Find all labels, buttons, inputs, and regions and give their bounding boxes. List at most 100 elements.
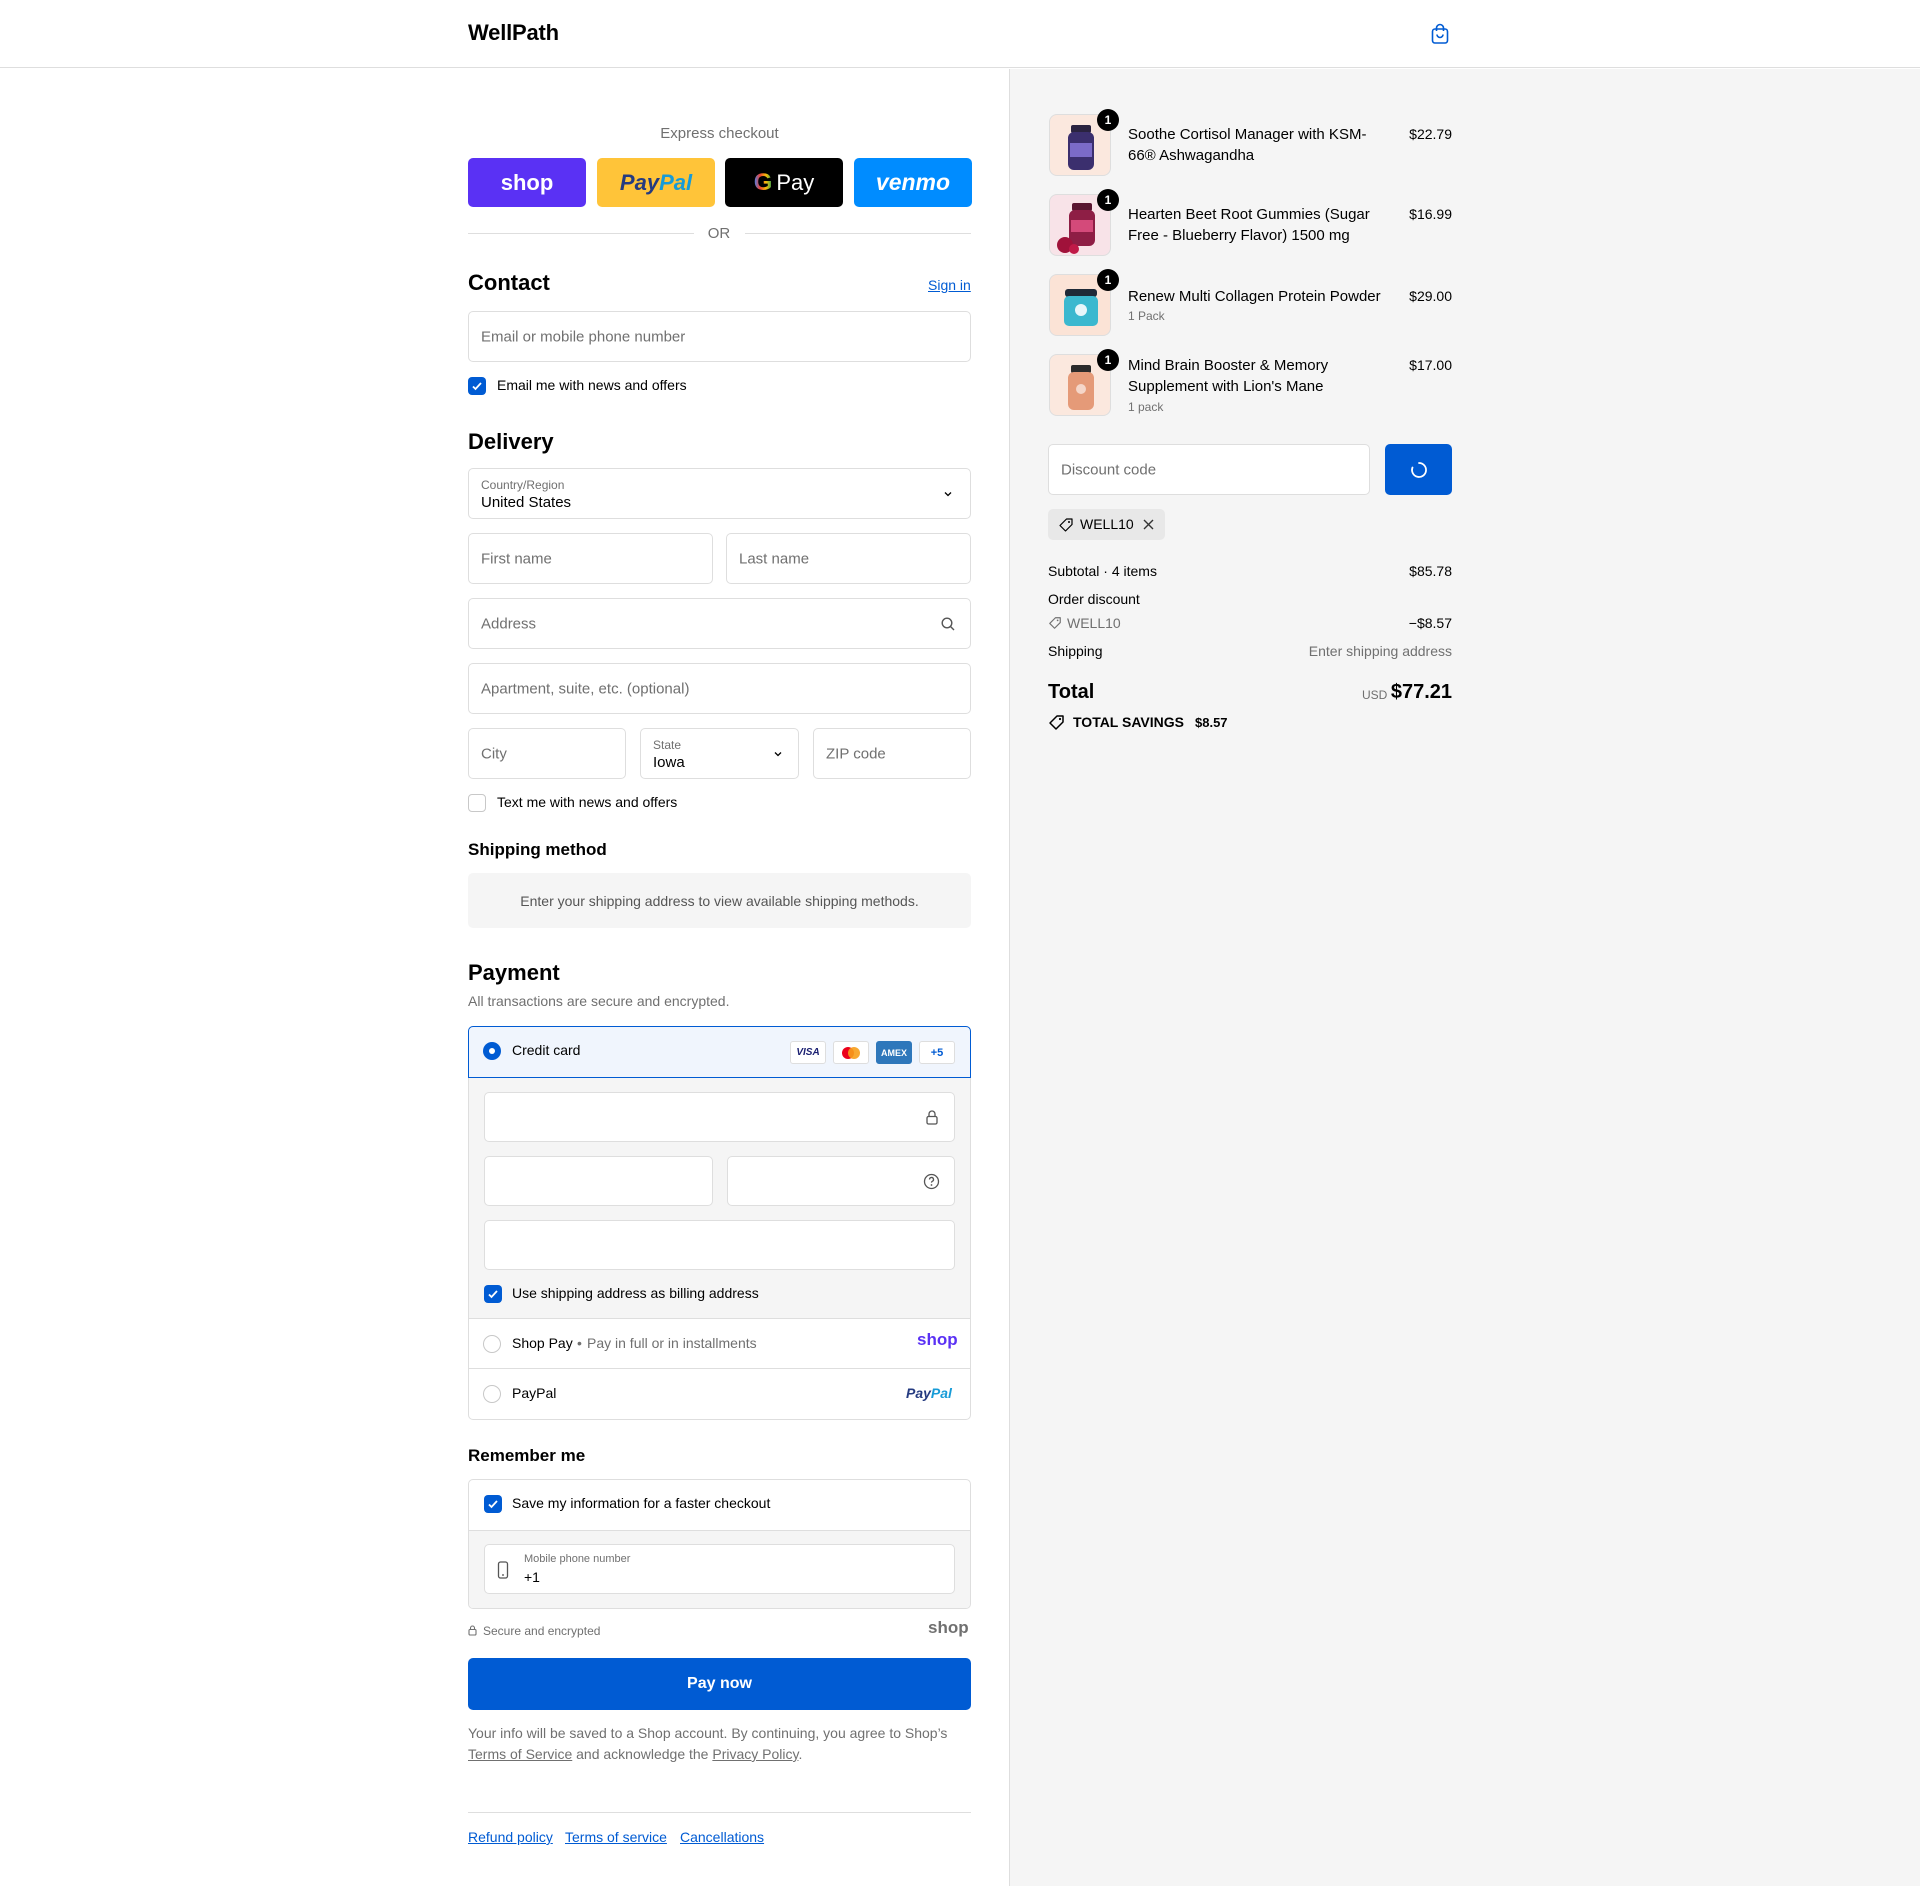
- expiration-date-field[interactable]: [484, 1156, 713, 1206]
- total-savings-value: $8.57: [1195, 715, 1228, 730]
- paypal-radio[interactable]: [483, 1385, 501, 1403]
- shipping-method-title: Shipping method: [468, 840, 607, 859]
- shop-pay-sublabel: Pay in full or in installments: [587, 1335, 757, 1351]
- sign-in-link[interactable]: Sign in: [928, 277, 971, 293]
- order-discount-label: Order discount: [1048, 591, 1140, 607]
- save-info-label: Save my information for a faster checkou…: [512, 1495, 771, 1511]
- apartment-field[interactable]: Apartment, suite, etc. (optional): [468, 663, 971, 714]
- lock-icon: [926, 1110, 938, 1125]
- total-value: $77.21: [1390, 681, 1452, 703]
- item-name: Renew Multi Collagen Protein Powder: [1128, 288, 1381, 305]
- name-on-card-field[interactable]: [484, 1220, 955, 1270]
- mobile-phone-field[interactable]: Mobile phone number +1: [484, 1544, 955, 1594]
- zip-code-field[interactable]: ZIP code: [813, 728, 971, 779]
- paypal-logo: PayPal: [906, 1385, 952, 1401]
- item-price: $22.79: [1409, 126, 1452, 142]
- close-icon[interactable]: [1142, 518, 1155, 531]
- legal-text: Your info will be saved to a Shop accoun…: [468, 1725, 948, 1762]
- visa-icon: VISA: [790, 1041, 826, 1064]
- store-logo[interactable]: WellPath: [468, 20, 559, 46]
- item-variant: 1 pack: [1128, 400, 1164, 414]
- item-price: $17.00: [1409, 357, 1452, 373]
- tag-icon: [1059, 518, 1073, 532]
- shop-pay-express-button[interactable]: shop: [468, 158, 586, 207]
- first-name-field[interactable]: First name: [468, 533, 713, 584]
- divider: [745, 233, 971, 234]
- contact-title: Contact: [468, 270, 550, 295]
- more-cards-badge: +5: [919, 1041, 955, 1064]
- shop-pay-label: Shop Pay: [512, 1335, 573, 1351]
- total-savings-label: TOTAL SAVINGS: [1073, 714, 1184, 730]
- payment-title: Payment: [468, 960, 560, 985]
- shipping-method-notice: Enter your shipping address to view avai…: [468, 873, 971, 928]
- text-offers-checkbox[interactable]: [468, 794, 486, 812]
- privacy-policy-link[interactable]: Privacy Policy: [712, 1746, 798, 1762]
- city-field[interactable]: City: [468, 728, 626, 779]
- checkmark-icon: [488, 1500, 498, 1509]
- google-g-icon: G: [753, 168, 773, 196]
- header: WellPath: [0, 0, 1920, 68]
- mastercard-icon: [833, 1041, 869, 1064]
- billing-same-label: Use shipping address as billing address: [512, 1285, 759, 1301]
- security-code-field[interactable]: [727, 1156, 955, 1206]
- discount-code-field[interactable]: Discount code: [1048, 444, 1370, 495]
- quantity-badge: 1: [1097, 269, 1119, 291]
- or-separator: OR: [707, 225, 731, 242]
- subtotal-label: Subtotal · 4 items: [1048, 563, 1157, 579]
- secure-encrypted-text: Secure and encrypted: [483, 1624, 601, 1638]
- apply-discount-button[interactable]: [1385, 444, 1452, 495]
- remember-me-title: Remember me: [468, 1446, 586, 1465]
- item-name: Mind Brain Booster & Memory Supplement w…: [1128, 357, 1329, 395]
- last-name-field[interactable]: Last name: [726, 533, 971, 584]
- text-offers-label: Text me with news and offers: [497, 794, 678, 810]
- venmo-express-button[interactable]: venmo: [854, 158, 972, 207]
- address-field[interactable]: Address: [468, 598, 971, 649]
- help-icon[interactable]: [923, 1173, 940, 1190]
- shipping-label: Shipping: [1048, 643, 1103, 659]
- delivery-title: Delivery: [468, 429, 554, 454]
- lock-icon: [468, 1625, 477, 1636]
- terms-of-service-footer-link[interactable]: Terms of service: [565, 1829, 667, 1845]
- item-price: $29.00: [1409, 288, 1452, 304]
- shop-logo: shop: [928, 1618, 969, 1637]
- express-checkout-title: Express checkout: [660, 125, 779, 142]
- discount-code-label: WELL10: [1067, 615, 1121, 631]
- chevron-down-icon: [774, 752, 782, 757]
- paypal-express-button[interactable]: Pay Pal: [597, 158, 715, 207]
- venmo-logo: venmo: [875, 169, 951, 195]
- paypal-label: PayPal: [512, 1385, 557, 1401]
- credit-card-radio[interactable]: [483, 1042, 501, 1060]
- refund-policy-link[interactable]: Refund policy: [468, 1829, 553, 1845]
- divider: [468, 1812, 971, 1813]
- divider: [468, 233, 694, 234]
- chevron-down-icon: [944, 492, 952, 497]
- country-select[interactable]: Country/Region United States: [468, 468, 971, 519]
- shop-pay-logo: shop: [500, 169, 554, 195]
- amex-icon: AMEX: [876, 1041, 912, 1064]
- item-name: Hearten Beet Root Gummies (Sugar Free - …: [1128, 206, 1370, 244]
- shop-pay-logo: shop: [917, 1330, 958, 1349]
- subtotal-value: $85.78: [1409, 563, 1452, 579]
- save-info-checkbox[interactable]: [484, 1495, 502, 1513]
- applied-discount-tag: WELL10: [1048, 509, 1165, 540]
- pay-now-button[interactable]: Pay now: [468, 1658, 971, 1710]
- google-pay-express-button[interactable]: G Pay: [725, 158, 843, 207]
- discount-amount: −$8.57: [1408, 615, 1452, 631]
- order-summary-panel: [1009, 69, 1920, 1886]
- shop-pay-dot: •: [577, 1335, 582, 1351]
- savings-tag-icon: [1049, 715, 1064, 730]
- card-number-field[interactable]: [484, 1092, 955, 1142]
- email-field[interactable]: Email or mobile phone number: [468, 311, 971, 362]
- shop-pay-radio[interactable]: [483, 1335, 501, 1353]
- search-icon: [941, 617, 955, 631]
- cancellations-link[interactable]: Cancellations: [680, 1829, 764, 1845]
- shopping-bag-icon[interactable]: [1428, 22, 1452, 46]
- item-name: Soothe Cortisol Manager with KSM-66® Ash…: [1128, 126, 1367, 164]
- item-price: $16.99: [1409, 206, 1452, 222]
- state-select[interactable]: State Iowa: [640, 728, 799, 779]
- item-variant: 1 Pack: [1128, 309, 1165, 323]
- credit-card-label: Credit card: [512, 1042, 581, 1058]
- billing-same-checkbox[interactable]: [484, 1285, 502, 1303]
- terms-of-service-link[interactable]: Terms of Service: [468, 1746, 572, 1762]
- email-offers-checkbox[interactable]: [468, 377, 486, 395]
